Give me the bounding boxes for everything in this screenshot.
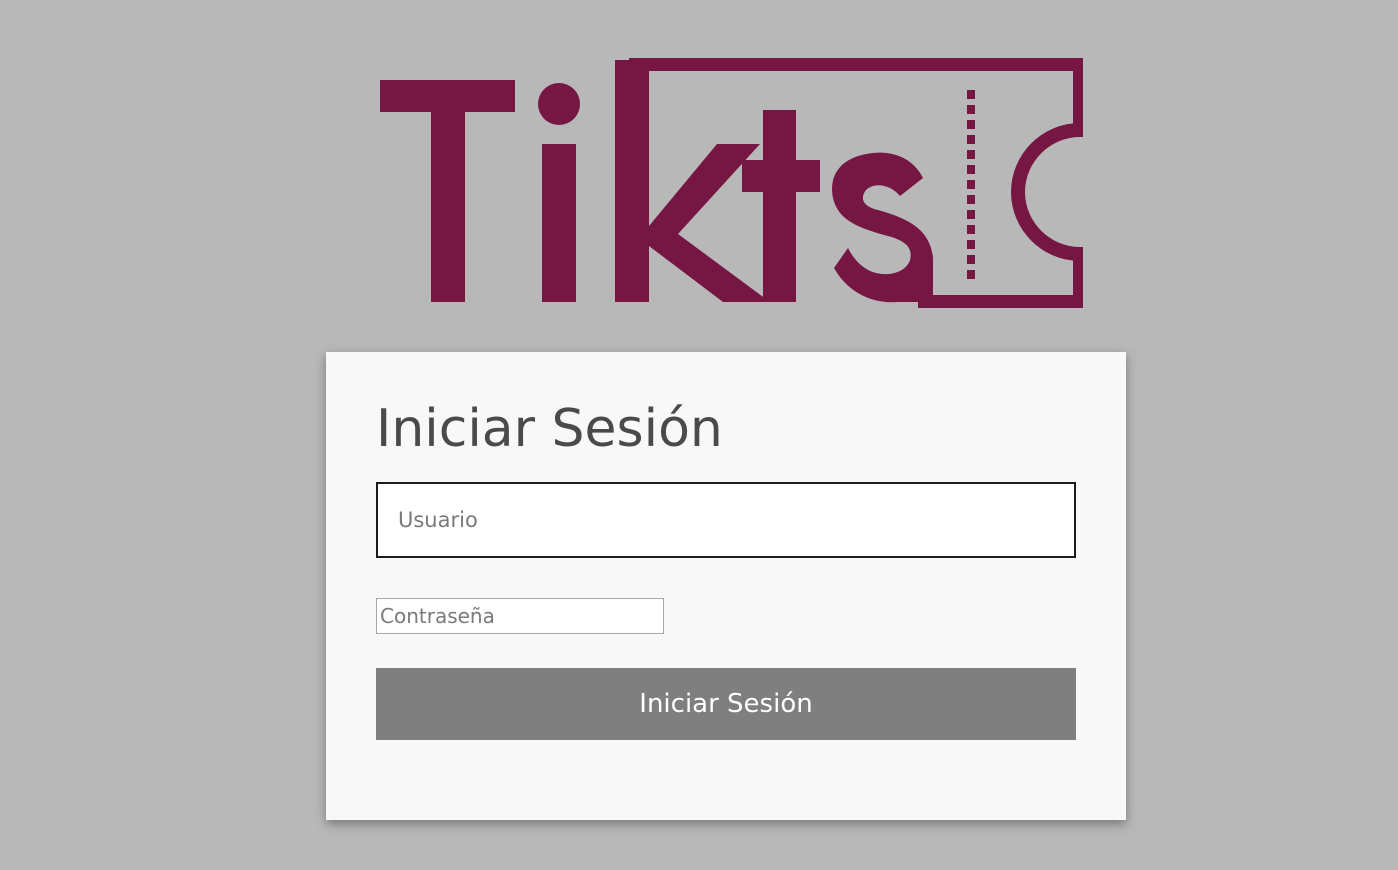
page-title: Iniciar Sesión — [376, 399, 723, 459]
login-button[interactable]: Iniciar Sesión — [376, 668, 1076, 740]
password-field[interactable] — [376, 598, 664, 634]
username-field[interactable] — [376, 482, 1076, 558]
login-card: Iniciar Sesión Iniciar Sesión — [326, 352, 1126, 820]
tikts-logo — [378, 58, 1083, 308]
ticket-icon — [380, 58, 1083, 308]
